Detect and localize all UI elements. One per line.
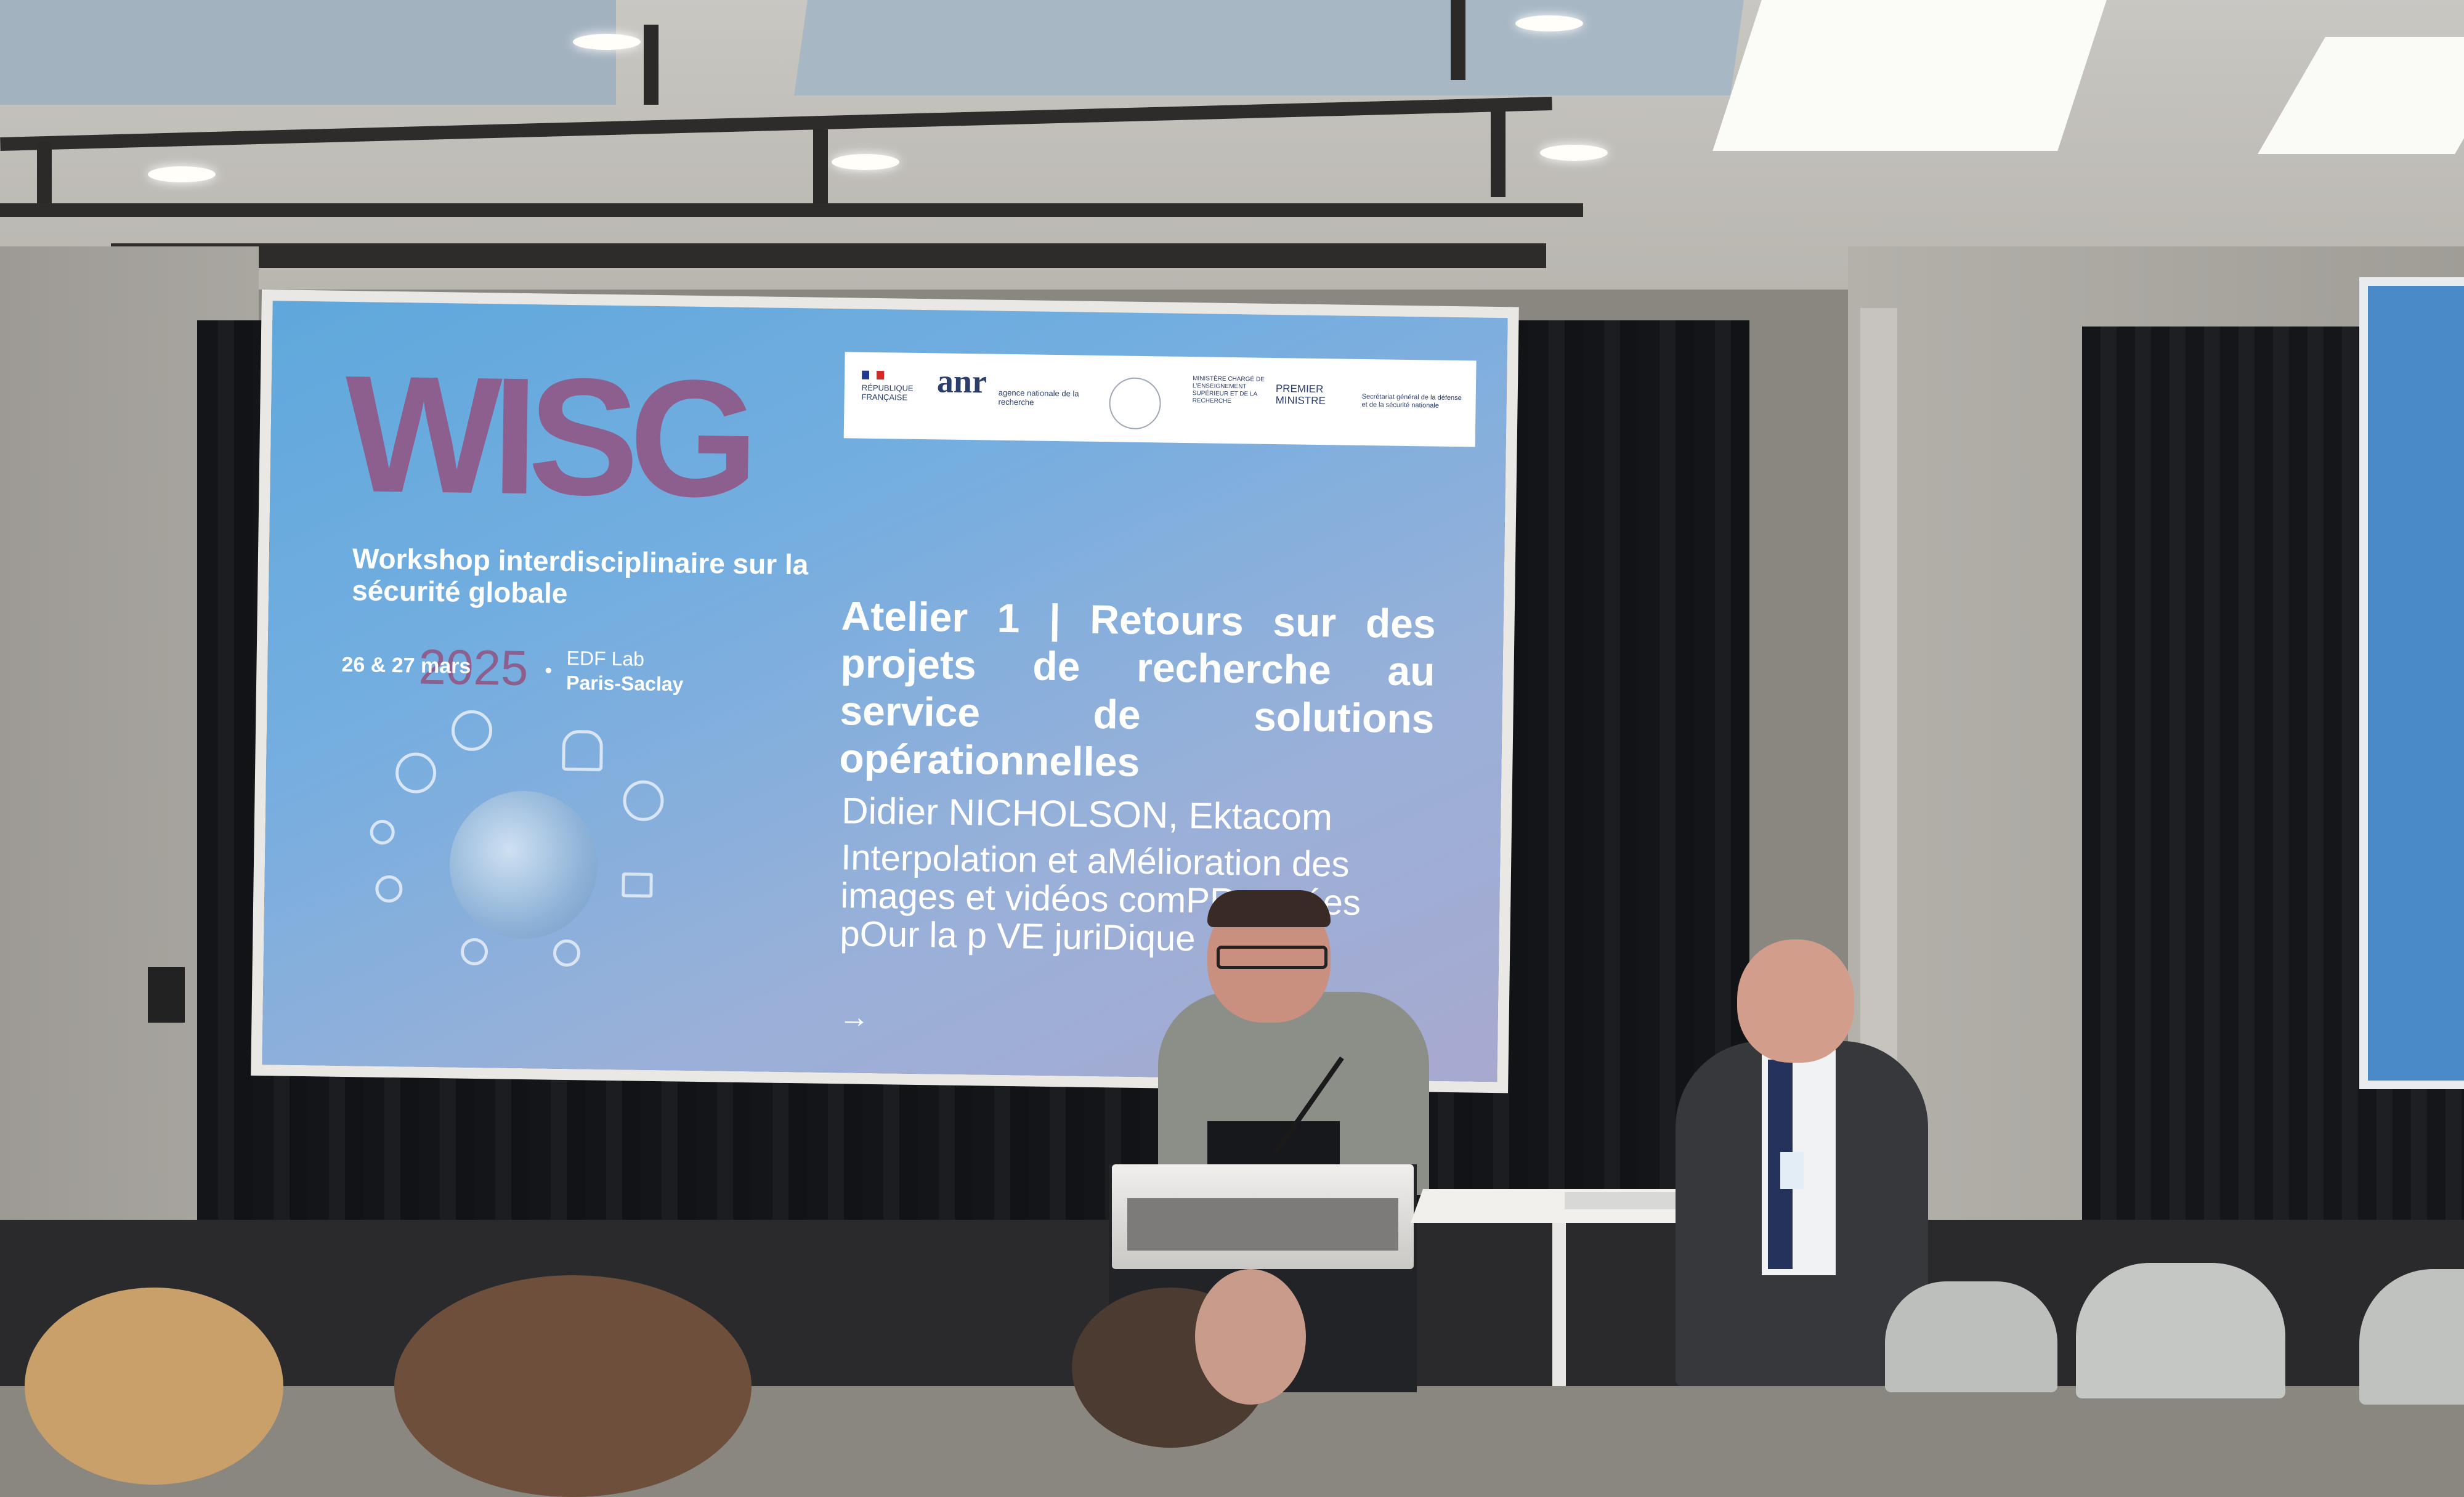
truss-post: [813, 129, 828, 203]
podium-plate: [1127, 1198, 1398, 1251]
france-2030-logo: [1108, 377, 1162, 430]
republique-francaise-logo: RÉPUBLIQUE FRANÇAISE: [861, 383, 914, 402]
truss-post: [1451, 0, 1465, 80]
ceiling-light: [1515, 15, 1583, 31]
moderator-head: [1737, 939, 1854, 1063]
event-separator: •: [545, 659, 553, 683]
speaker-glasses: [1217, 946, 1327, 969]
workshop-title: Workshop interdisciplinaire sur la sécur…: [351, 542, 809, 609]
chair: [2076, 1263, 2285, 1398]
audience-head: [1195, 1269, 1306, 1405]
truss-post: [1491, 111, 1506, 197]
chair: [1885, 1281, 2057, 1392]
secondary-projection-screen: [2359, 277, 2464, 1089]
ceiling-light: [148, 166, 216, 182]
premier-ministre-logo: PREMIER MINISTRE: [1275, 382, 1326, 407]
id-card-icon: [622, 872, 653, 898]
fingerprint-icon: [451, 710, 493, 752]
brain-icon: [623, 780, 664, 822]
cloud-icon: [562, 729, 604, 771]
network-icon: [395, 752, 437, 794]
audience-head: [25, 1288, 283, 1485]
event-date: 26 & 27 mars: [341, 652, 471, 678]
ceiling-panel: [794, 0, 1744, 95]
arrow-icon: →: [838, 999, 870, 1034]
ceiling-panel: [0, 0, 616, 105]
papers: [1565, 1192, 1688, 1209]
truss-post: [37, 142, 52, 203]
ministere-logo: MINISTÈRE CHARGÉ DE L'ENSEIGNEMENT SUPÉR…: [1192, 375, 1265, 405]
sgdsn-logo: Secrétariat général de la défense et de …: [1361, 392, 1462, 410]
french-flag-icon: [862, 370, 885, 380]
globe-icon: [448, 790, 599, 940]
ceiling-light: [573, 34, 641, 50]
event-venue: EDF Lab: [566, 646, 645, 670]
radiation-icon: [370, 819, 395, 845]
people-icon: [375, 875, 403, 903]
audience-head: [394, 1275, 752, 1497]
badge: [1780, 1152, 1804, 1189]
wall-socket: [148, 967, 185, 1023]
speaker-name: Didier NICHOLSON, Ektacom: [841, 790, 1333, 838]
wisg-logo: WISG: [343, 341, 750, 533]
laptop: [1207, 1121, 1340, 1170]
table-leg: [1552, 1223, 1566, 1386]
speaker-hair: [1207, 890, 1331, 927]
ceiling-light: [832, 154, 899, 170]
lighting-truss: [0, 203, 1583, 217]
event-venue-city: Paris-Saclay: [565, 671, 684, 696]
lighting-truss: [111, 243, 1546, 268]
ceiling-light: [1540, 145, 1608, 161]
ceiling-skylight: [1712, 0, 2107, 151]
anr-caption: agence nationale de la recherche: [998, 387, 1079, 407]
anr-logo: anr: [936, 362, 987, 400]
person-icon: [553, 939, 581, 967]
truss-post: [644, 25, 659, 105]
partner-logo-band: RÉPUBLIQUE FRANÇAISE anr agence national…: [843, 352, 1477, 447]
virus-icon: [460, 938, 488, 966]
atelier-title: Atelier 1 | Retours sur des projets de r…: [838, 593, 1437, 785]
